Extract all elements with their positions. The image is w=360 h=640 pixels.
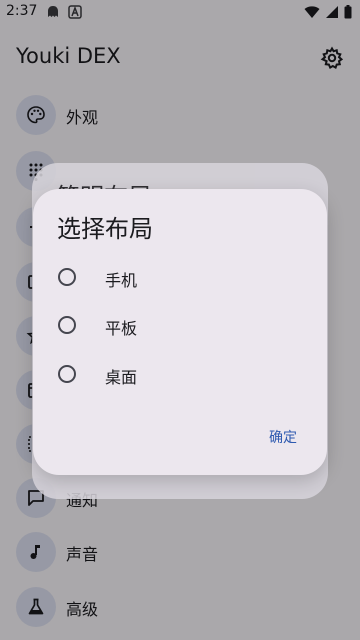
option-label: 平板 [105,319,138,338]
option-label: 手机 [105,271,138,290]
option-label: 桌面 [105,368,138,387]
layout-option-desktop[interactable]: 桌面 [33,352,327,400]
dialog-title: 选择布局 [57,215,153,243]
screen: 2:37 Youki DEX 外观 通知 声音 高级 选择布局 手机 平板 桌面… [0,0,360,640]
layout-option-phone[interactable]: 手机 [33,255,327,303]
radio-button[interactable] [58,365,76,383]
confirm-button[interactable]: 确定 [261,419,305,455]
layout-option-tablet[interactable]: 平板 [33,303,327,351]
radio-button[interactable] [58,316,76,334]
radio-button[interactable] [58,268,76,286]
layout-dialog: 选择布局 手机 平板 桌面 确定 [33,189,327,475]
